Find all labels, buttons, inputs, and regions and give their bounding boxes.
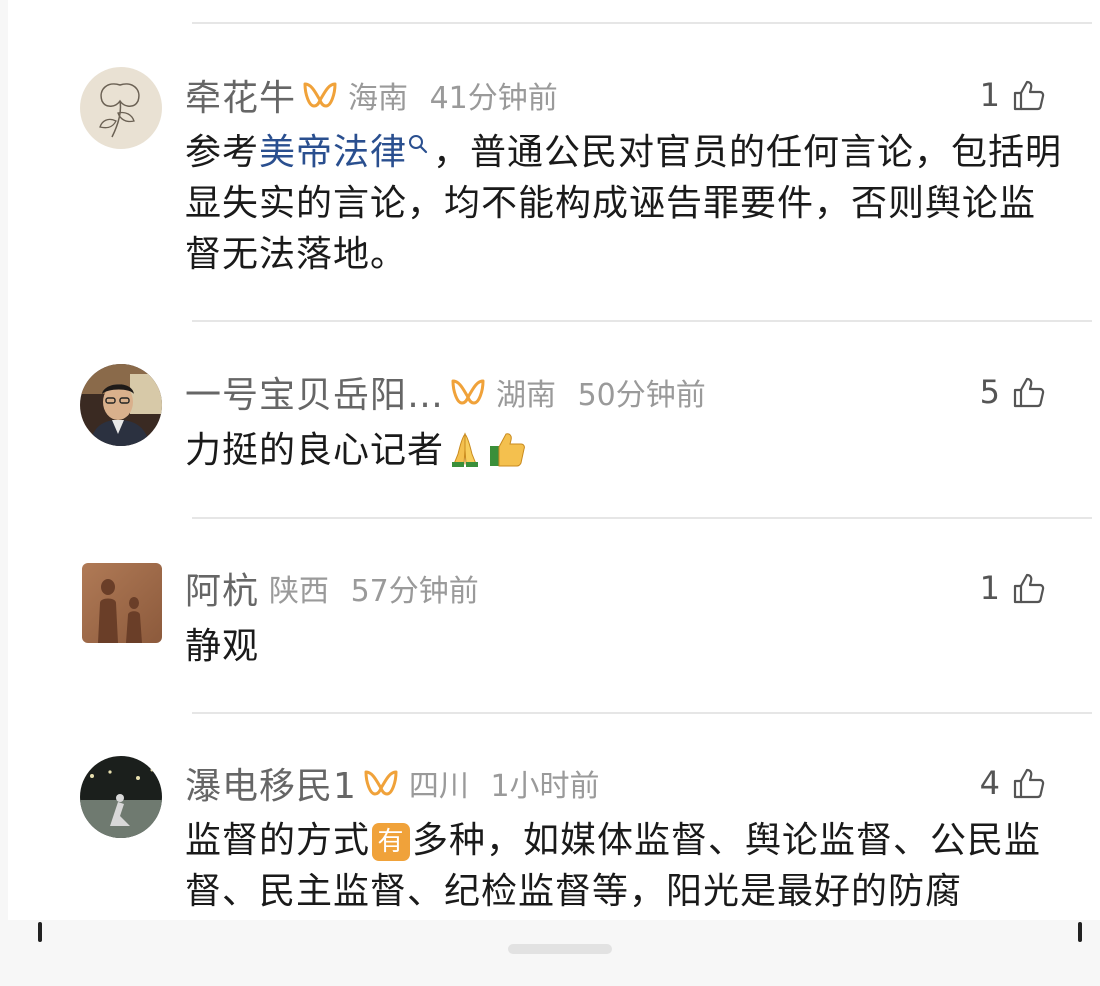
comment-content: 静观 <box>185 621 1065 672</box>
silhouette-photo-avatar-icon <box>82 563 162 643</box>
keyword-link-text[interactable]: 美帝法律 <box>259 132 407 173</box>
location-text: 陕西 <box>269 574 330 609</box>
divider <box>192 712 1092 714</box>
comment-text: 参考 <box>185 132 260 173</box>
corner-mark-left <box>38 922 42 942</box>
comment-text: 力挺的良心记者 <box>185 430 445 471</box>
username[interactable]: 一号宝贝岳阳… <box>185 366 444 418</box>
comment-text: 监督的方式 <box>185 820 371 861</box>
like-button[interactable]: 4 <box>980 759 1046 807</box>
home-indicator[interactable] <box>508 944 612 954</box>
avatar[interactable] <box>80 67 162 149</box>
avatar[interactable] <box>82 563 162 643</box>
comment-list: 牵花牛 海南 41分钟前 1 参考美帝法律 ，普通公民对官员的任何言论，包括明显失… <box>8 0 1100 920</box>
vip-icon <box>302 80 338 110</box>
like-count: 5 <box>979 373 1000 411</box>
time-text: 57分钟前 <box>350 574 479 609</box>
like-count: 1 <box>979 76 1000 114</box>
comment-meta: 湖南 50分钟前 <box>496 370 706 414</box>
keyword-link[interactable]: 美帝法律 <box>259 132 433 173</box>
username[interactable]: 阿杭 <box>185 562 259 614</box>
comment-text: 静观 <box>185 626 260 667</box>
location-text: 湖南 <box>496 378 557 413</box>
comment-content: 力挺的良心记者 <box>185 425 1065 476</box>
avatar[interactable] <box>80 364 162 446</box>
avatar[interactable] <box>80 756 162 838</box>
like-button[interactable]: 1 <box>980 71 1046 119</box>
time-text: 41分钟前 <box>429 81 558 116</box>
comment-content: 参考美帝法律 ，普通公民对官员的任何言论，包括明显失实的言论，均不能构成诬告罪要件… <box>185 127 1065 280</box>
username[interactable]: 瀑电移民1 <box>185 757 357 809</box>
location-text: 海南 <box>348 81 409 116</box>
you-badge-icon: 有 <box>372 823 411 861</box>
comment-header: 一号宝贝岳阳… 湖南 50分钟前 <box>185 368 706 416</box>
comment-header: 牵花牛 海南 41分钟前 <box>185 71 558 119</box>
street-photo-avatar-icon <box>80 756 162 838</box>
location-text: 四川 <box>408 769 469 804</box>
man-photo-avatar-icon <box>80 364 162 446</box>
vip-icon <box>450 377 486 407</box>
like-count: 4 <box>979 764 1000 802</box>
flower-sketch-avatar-icon <box>80 67 162 149</box>
username[interactable]: 牵花牛 <box>185 69 296 121</box>
comment-header: 阿杭 陕西 57分钟前 <box>185 564 479 612</box>
vip-icon <box>363 768 399 798</box>
comment-content: 监督的方式有多种，如媒体监督、舆论监督、公民监督、民主监督、纪检监督等，阳光是最… <box>185 815 1065 917</box>
comment-meta: 四川 1小时前 <box>409 761 600 805</box>
comment-meta: 陕西 57分钟前 <box>269 566 479 610</box>
comment-header: 瀑电移民1 四川 1小时前 <box>185 759 600 807</box>
pray-emoji-icon <box>452 432 479 467</box>
thumbs-up-icon <box>1013 573 1045 604</box>
divider <box>192 22 1092 24</box>
time-text: 1小时前 <box>490 769 600 804</box>
like-count: 1 <box>979 569 1000 607</box>
thumbs-up-emoji-icon <box>490 433 525 467</box>
search-icon <box>409 135 428 154</box>
thumbs-up-icon <box>1013 377 1045 408</box>
divider <box>192 517 1092 519</box>
time-text: 50分钟前 <box>577 378 706 413</box>
thumbs-up-icon <box>1013 768 1045 799</box>
like-button[interactable]: 1 <box>980 564 1046 612</box>
corner-mark-right <box>1078 922 1082 942</box>
thumbs-up-icon <box>1013 80 1045 111</box>
like-button[interactable]: 5 <box>980 368 1046 416</box>
comment-screen: 牵花牛 海南 41分钟前 1 参考美帝法律 ，普通公民对官员的任何言论，包括明显失… <box>0 0 1100 986</box>
comment-meta: 海南 41分钟前 <box>348 73 558 117</box>
divider <box>192 320 1092 322</box>
